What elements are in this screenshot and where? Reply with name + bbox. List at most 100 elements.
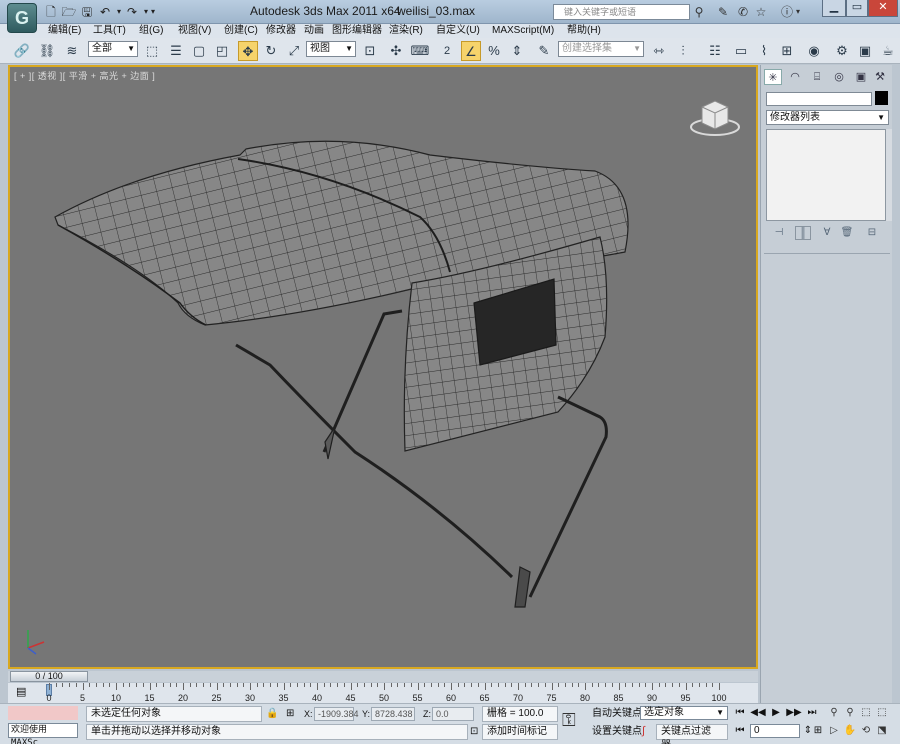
menu-customize[interactable]: 自定义(U) (436, 24, 480, 38)
close-button[interactable]: ✕ (868, 0, 898, 17)
next-frame-icon[interactable]: ▶▶ (786, 706, 802, 720)
render-setup-icon[interactable]: ⚙ (832, 41, 852, 61)
y-coordinate-field[interactable]: 8728.438 (371, 707, 415, 721)
add-time-tag-button[interactable]: 添加时间标记 (482, 724, 558, 740)
menu-animation[interactable]: 动画 (304, 24, 324, 38)
select-and-move-icon[interactable]: ✥ (238, 41, 258, 61)
redo-icon[interactable]: ↷ (124, 4, 140, 20)
zoom-all-icon[interactable]: ⚲ (842, 706, 858, 720)
unlink-icon[interactable]: ⛓ (37, 41, 57, 61)
select-and-manipulate-icon[interactable]: ✣ (386, 41, 406, 61)
pin-stack-icon[interactable]: ⊣ (771, 226, 787, 240)
open-file-icon[interactable]: 🗁 (61, 4, 77, 20)
favorites-star-icon[interactable]: ☆ (752, 4, 770, 20)
object-color-swatch[interactable] (875, 91, 888, 105)
orbit-icon[interactable]: ⟲ (858, 724, 874, 738)
modifier-list-select[interactable]: 修改器列表 ▼ (766, 110, 889, 125)
z-coordinate-field[interactable]: 0.0 (432, 707, 474, 721)
save-file-icon[interactable]: 🖫 (79, 4, 95, 20)
create-tab-icon[interactable]: ✳ (764, 69, 782, 85)
motion-tab-icon[interactable]: ◎ (830, 69, 848, 85)
remove-modifier-icon[interactable]: 🗑 (839, 226, 855, 240)
zoom-icon[interactable]: ⚲ (826, 706, 842, 720)
menu-modifiers[interactable]: 修改器 (266, 24, 296, 38)
auto-key-button[interactable]: 自动关键点 (592, 707, 642, 721)
modify-tab-icon[interactable]: ◠ (786, 69, 804, 85)
select-object-icon[interactable]: ⬚ (142, 41, 162, 61)
subscription-icon[interactable]: ✎ (714, 4, 732, 20)
mini-curve-editor-icon[interactable]: ▤ (16, 685, 26, 698)
selection-filter-select[interactable]: 全部 ▼ (88, 41, 138, 57)
communication-center-icon[interactable]: ✆ (734, 4, 752, 20)
undo-dropdown-icon[interactable]: ▾ (114, 4, 124, 20)
edit-named-selection-icon[interactable]: ✎ (534, 41, 554, 61)
go-to-end-icon[interactable]: ⏭ (804, 706, 820, 720)
play-icon[interactable]: ▶ (768, 706, 784, 720)
key-mode-select[interactable]: 选定对象 ▼ (640, 706, 728, 720)
menu-create[interactable]: 创建(C) (224, 24, 258, 38)
key-mode-toggle-icon[interactable]: ⏮ (732, 724, 748, 738)
select-by-name-icon[interactable]: ☰ (166, 41, 186, 61)
maximize-button[interactable]: ▭ (846, 0, 868, 17)
current-frame-field[interactable]: 0 (750, 724, 800, 738)
render-production-icon[interactable]: ☕ (878, 41, 898, 61)
menu-graph-editors[interactable]: 图形编辑器 (332, 24, 382, 38)
time-slider[interactable]: 0 / 100 (8, 671, 758, 682)
modifier-stack[interactable] (766, 129, 886, 221)
key-filter-curve-icon[interactable]: ∫ (642, 725, 645, 737)
align-icon[interactable]: ⫶ (673, 41, 693, 61)
app-logo-button[interactable]: G (7, 3, 37, 33)
configure-modifier-sets-icon[interactable]: ⊟ (864, 226, 880, 240)
maxscript-welcome-field[interactable]: 欢迎使用 MAXSc (8, 723, 78, 744)
time-slider-thumb[interactable]: 0 / 100 (10, 671, 88, 682)
perspective-viewport[interactable]: [ + ][ 透视 ][ 平滑 + 高光 + 边面 ] (10, 67, 756, 667)
spinner-snap-icon[interactable]: ⇕ (507, 41, 527, 61)
hierarchy-tab-icon[interactable]: ⌸ (808, 69, 826, 85)
menu-rendering[interactable]: 渲染(R) (389, 24, 423, 38)
modifier-stack-scrollbar[interactable] (886, 129, 892, 221)
menu-maxscript[interactable]: MAXScript(M) (492, 24, 554, 38)
named-selection-select[interactable]: 创建选择集 ▼ (558, 41, 644, 57)
rectangular-selection-icon[interactable]: ▢ (189, 41, 209, 61)
quick-access-dropdown-icon[interactable]: ▾ (148, 4, 158, 20)
graphite-tools-icon[interactable]: ▭ (731, 41, 751, 61)
show-end-result-icon[interactable]: ║ (795, 226, 811, 240)
zoom-extents-icon[interactable]: ⬚ (858, 706, 874, 720)
percent-snap-icon[interactable]: % (484, 41, 504, 61)
utilities-tab-icon[interactable]: ⚒ (871, 69, 889, 85)
lock-selection-icon[interactable]: 🔒 (266, 708, 278, 719)
select-and-rotate-icon[interactable]: ↻ (261, 41, 281, 61)
mirror-icon[interactable]: ⇿ (649, 41, 669, 61)
menu-help[interactable]: 帮助(H) (567, 24, 601, 38)
field-of-view-icon[interactable]: ▷ (826, 724, 842, 738)
pan-view-icon[interactable]: ✋ (842, 724, 858, 738)
menu-group[interactable]: 组(G) (139, 24, 163, 38)
maximize-viewport-icon[interactable]: ⬔ (874, 724, 890, 738)
new-file-icon[interactable]: 🗋 (43, 4, 59, 20)
go-to-start-icon[interactable]: ⏮ (732, 706, 748, 720)
select-and-scale-icon[interactable]: ⤢ (284, 41, 304, 61)
window-crossing-icon[interactable]: ◰ (212, 41, 232, 61)
search-input[interactable]: 键入关键字或短语 (553, 4, 690, 20)
object-name-field[interactable] (766, 92, 872, 106)
minimize-button[interactable]: ▁ (822, 0, 846, 17)
angle-snap-icon[interactable]: ∠ (461, 41, 481, 61)
link-icon[interactable]: 🔗 (12, 41, 32, 61)
pivot-center-icon[interactable]: ⊡ (360, 41, 380, 61)
maxscript-listener-mini[interactable] (8, 706, 78, 720)
keyboard-shortcut-override-icon[interactable]: ⌨ (410, 41, 430, 61)
make-unique-icon[interactable]: ∀ (819, 226, 835, 240)
reference-coordinate-select[interactable]: 视图 ▼ (306, 41, 356, 57)
help-dropdown-icon[interactable]: ▾ (793, 4, 803, 20)
absolute-mode-icon[interactable]: ⊞ (286, 708, 294, 719)
time-configuration-icon[interactable]: ⊞ (810, 724, 826, 738)
menu-view[interactable]: 视图(V) (178, 24, 211, 38)
zoom-extents-all-icon[interactable]: ⬚ (874, 706, 890, 720)
menu-edit[interactable]: 编辑(E) (48, 24, 81, 38)
layer-manager-icon[interactable]: ☷ (705, 41, 725, 61)
material-editor-icon[interactable]: ◉ (804, 41, 824, 61)
menu-tools[interactable]: 工具(T) (93, 24, 126, 38)
display-tab-icon[interactable]: ▣ (852, 69, 870, 85)
rendered-frame-window-icon[interactable]: ▣ (855, 41, 875, 61)
x-coordinate-field[interactable]: -1909.384 (314, 707, 359, 721)
